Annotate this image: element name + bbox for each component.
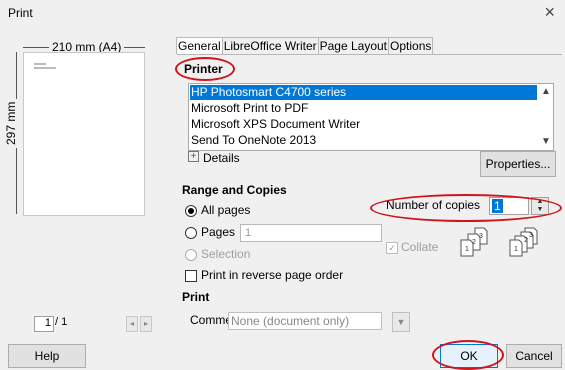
uncollated-pages-icon: 321: [509, 227, 538, 257]
printer-item-microsoft-xps[interactable]: Microsoft XPS Document Writer: [190, 117, 360, 132]
page-total-label: / 1: [55, 316, 68, 328]
chevron-down-icon[interactable]: ▼: [392, 312, 410, 332]
printer-list[interactable]: HP Photosmart C4700 series Microsoft Pri…: [188, 83, 554, 151]
svg-text:2: 2: [472, 239, 476, 246]
printer-item-onenote[interactable]: Send To OneNote 2013: [190, 133, 316, 148]
details-expander-label[interactable]: Details: [203, 151, 240, 165]
collate-checkbox[interactable]: ✓: [386, 242, 398, 254]
window-title: Print: [8, 6, 33, 20]
reverse-order-label[interactable]: Print in reverse page order: [201, 268, 343, 282]
print-section-label: Print: [182, 290, 210, 304]
scroll-down-icon[interactable]: ▼: [539, 135, 553, 149]
scroll-up-icon[interactable]: ▲: [539, 85, 553, 99]
svg-text:1: 1: [465, 246, 469, 253]
tab-libreoffice-writer[interactable]: LibreOffice Writer: [221, 37, 319, 54]
tab-bar: General LibreOffice Writer Page Layout O…: [176, 37, 434, 54]
svg-text:2: 2: [524, 237, 528, 244]
page-number-input[interactable]: 1: [34, 316, 54, 332]
next-page-button[interactable]: ▸: [140, 316, 152, 332]
tab-page-layout[interactable]: Page Layout: [317, 37, 390, 54]
annotation-ellipse-copies: [370, 194, 562, 222]
paper-height-label: 297 mm: [4, 98, 18, 148]
previous-page-button[interactable]: ◂: [126, 316, 138, 332]
printer-item-hp-photosmart[interactable]: HP Photosmart C4700 series: [190, 85, 537, 100]
preview-text-line: [34, 67, 56, 69]
expand-plus-icon[interactable]: +: [188, 151, 199, 162]
annotation-ellipse-ok: [432, 340, 504, 370]
close-icon[interactable]: ×: [544, 2, 555, 23]
printer-item-microsoft-print-to-pdf[interactable]: Microsoft Print to PDF: [190, 101, 308, 116]
collated-pages-icon: 321: [460, 227, 488, 257]
annotation-ellipse-printer: [175, 57, 235, 81]
properties-button[interactable]: Properties...: [480, 151, 556, 177]
all-pages-label[interactable]: All pages: [201, 203, 250, 217]
preview-text-line: [34, 63, 46, 65]
pages-label[interactable]: Pages: [201, 225, 235, 239]
svg-text:1: 1: [514, 246, 518, 253]
tab-general[interactable]: General: [176, 37, 223, 54]
comments-select[interactable]: None (document only): [228, 312, 382, 330]
selection-radio[interactable]: [185, 249, 197, 261]
page-preview: [23, 52, 145, 216]
svg-text:3: 3: [529, 232, 533, 239]
pages-input[interactable]: 1: [240, 224, 382, 242]
selection-label: Selection: [201, 247, 251, 261]
range-and-copies-section-label: Range and Copies: [182, 183, 287, 197]
help-button[interactable]: Help: [8, 344, 86, 368]
pages-radio[interactable]: [185, 227, 197, 239]
all-pages-radio[interactable]: [185, 205, 197, 217]
tab-options[interactable]: Options: [388, 37, 434, 54]
cancel-button[interactable]: Cancel: [506, 344, 562, 368]
svg-text:3: 3: [479, 233, 483, 240]
collate-label: Collate: [401, 240, 439, 254]
reverse-order-checkbox[interactable]: [185, 270, 197, 282]
